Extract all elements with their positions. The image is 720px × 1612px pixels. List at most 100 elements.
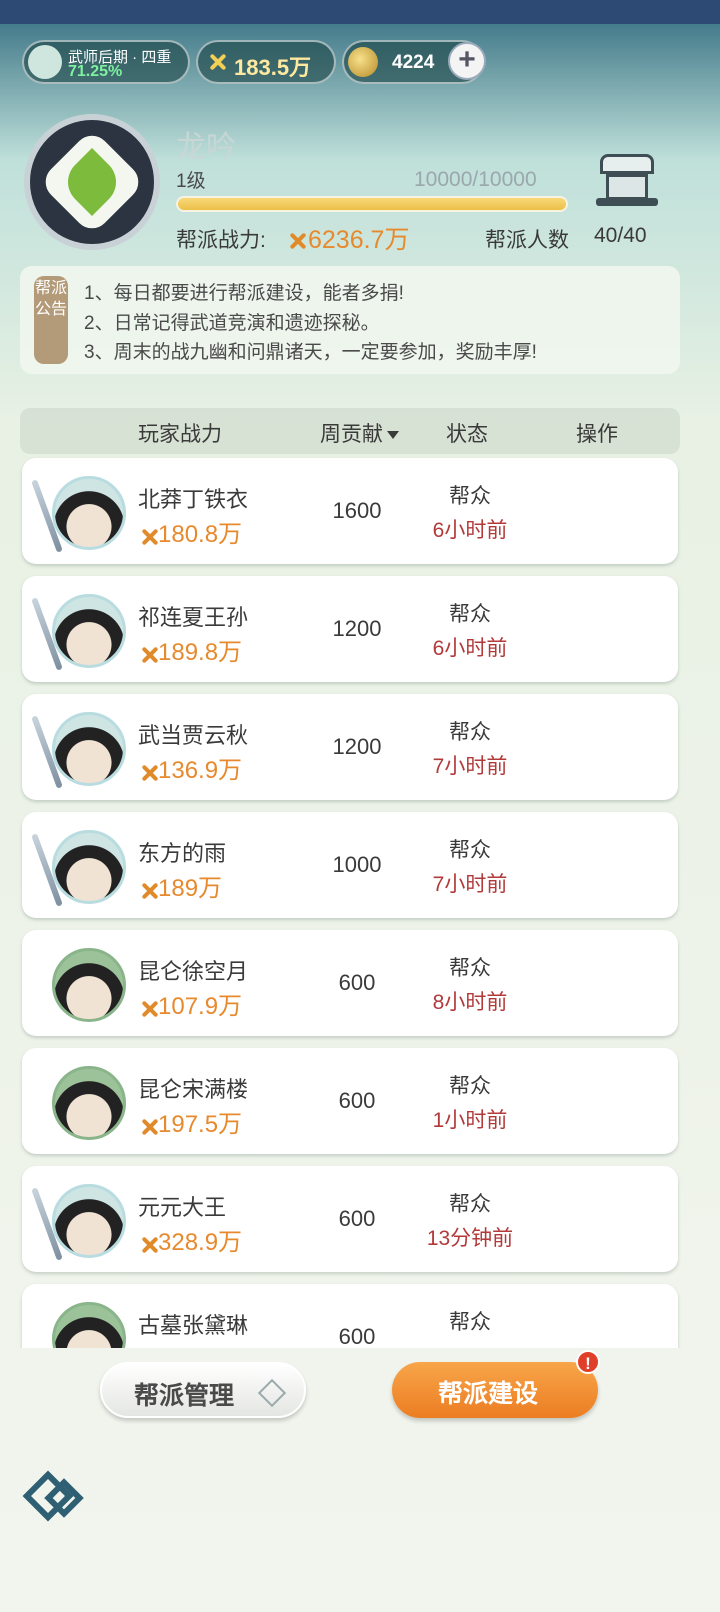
member-power: 180.8万 [138,514,242,549]
avatar[interactable] [52,1184,126,1258]
member-power: 189万 [138,868,222,903]
member-table-header: 玩家战力 周贡献 状态 操作 [20,408,680,454]
guild-manage-label: 帮派管理 [134,1382,235,1410]
member-row[interactable]: 元元大王 328.9万 600 帮众 13分钟前 [22,1166,678,1272]
member-contribution: 1000 [332,852,382,877]
guild-exp-text: 10000/10000 [414,168,537,191]
guild-hall-icon[interactable] [594,148,660,212]
member-row[interactable]: 东方的雨 189万 1000 帮众 7小时前 [22,812,678,918]
member-name: 北莽丁铁衣 [138,487,249,512]
member-role: 帮众 [449,603,491,626]
announcement-tag: 帮派公告 [34,276,68,364]
announcement-line: 3、周末的战九幽和问鼎诸天，一定要参加，奖励丰厚! [84,342,537,363]
power-icon [138,644,158,664]
member-row[interactable]: 古墓张黛琳 600 帮众 [22,1284,678,1348]
guild-name: 龙吟 [176,131,236,164]
avatar[interactable] [52,594,126,668]
member-row[interactable]: 祁连夏王孙 189.8万 1200 帮众 6小时前 [22,576,678,682]
member-name: 古墓张黛琳 [138,1313,249,1338]
status-bar [0,0,720,24]
member-row[interactable]: 昆仑宋满楼 197.5万 600 帮众 1小时前 [22,1048,678,1154]
power-icon [138,880,158,900]
avatar[interactable] [52,830,126,904]
power-icon [206,51,228,73]
power-value: 183.5万 [234,55,312,80]
rank-pill[interactable]: 武师后期 · 四重 71.25% [22,40,190,84]
power-icon [138,526,158,546]
member-last-online: 6小时前 [432,637,508,660]
avatar[interactable] [52,948,126,1022]
power-icon [138,762,158,782]
member-contribution: 1600 [332,498,382,523]
member-row[interactable]: 昆仑徐空月 107.9万 600 帮众 8小时前 [22,930,678,1036]
member-last-online: 1小时前 [432,1109,508,1132]
avatar[interactable] [52,1066,126,1140]
avatar[interactable] [52,476,126,550]
power-icon [138,998,158,1018]
member-name: 东方的雨 [138,841,227,866]
menu-icon[interactable] [22,1470,94,1530]
guild-announcement: 帮派公告 1、每日都要进行帮派建设，能者多捐! 2、日常记得武道竞演和遗迹探秘。… [20,266,680,374]
member-role: 帮众 [449,957,491,980]
member-contribution: 600 [338,1324,376,1348]
member-name: 祁连夏王孙 [138,605,249,630]
guild-power-label: 帮派战力: [176,229,266,252]
alert-badge: ! [576,1350,600,1374]
member-contribution: 1200 [332,734,382,759]
sort-down-icon [387,431,399,440]
member-contribution: 600 [338,970,376,995]
member-contribution: 600 [338,1206,376,1231]
rank-emblem-icon [28,45,62,79]
rank-percent: 71.25% [68,63,123,80]
member-power: 107.9万 [138,986,242,1021]
power-icon [286,230,308,252]
member-role: 帮众 [449,1075,491,1098]
guild-manage-button[interactable]: 帮派管理 [100,1362,306,1418]
avatar[interactable] [52,712,126,786]
guild-members-value: 40/40 [594,224,647,247]
member-role: 帮众 [449,485,491,508]
header-power: 玩家战力 [138,423,222,446]
member-name: 昆仑徐空月 [138,959,249,984]
member-row[interactable]: 武当贾云秋 136.9万 1200 帮众 7小时前 [22,694,678,800]
guild-exp-bar [176,196,568,212]
power-icon [138,1116,158,1136]
member-last-online: 13分钟前 [426,1227,514,1250]
header-contribution-sort[interactable]: 周贡献 [320,418,399,448]
member-name: 昆仑宋满楼 [138,1077,249,1102]
member-role: 帮众 [449,1311,491,1334]
member-power: 136.9万 [138,750,242,785]
member-last-online: 6小时前 [432,519,508,542]
member-last-online: 8小时前 [432,991,508,1014]
coin-icon [348,47,378,77]
avatar[interactable] [52,1302,126,1348]
header-status: 状态 [446,423,488,446]
member-power: 189.8万 [138,632,242,667]
guild-level: 1级 [176,171,206,192]
guild-members-label: 帮派人数 [485,229,569,252]
guild-exp-fill [178,198,566,210]
member-name: 元元大王 [138,1195,227,1220]
member-role: 帮众 [449,1193,491,1216]
member-power: 197.5万 [138,1104,242,1139]
guild-power-value: 6236.7万 [286,220,409,256]
add-coins-button[interactable]: + [448,42,486,80]
guild-emblem [24,114,160,250]
guild-build-label: 帮派建设 [438,1380,539,1408]
coin-value: 4224 [392,52,435,73]
member-contribution: 600 [338,1088,376,1113]
member-last-online: 7小时前 [432,755,508,778]
header-action: 操作 [576,423,618,446]
announcement-line: 1、每日都要进行帮派建设，能者多捐! [84,283,404,304]
member-contribution: 1200 [332,616,382,641]
member-name: 武当贾云秋 [138,723,249,748]
diamond-icon [257,1378,287,1408]
guild-build-button[interactable]: 帮派建设 [392,1362,598,1418]
member-power: 328.9万 [138,1222,242,1257]
power-icon [138,1234,158,1254]
announcement-line: 2、日常记得武道竞演和遗迹探秘。 [84,313,380,334]
member-row[interactable]: 北莽丁铁衣 180.8万 1600 帮众 6小时前 [22,458,678,564]
member-list[interactable]: 北莽丁铁衣 180.8万 1600 帮众 6小时前 祁连夏王孙 189.8万 1… [0,456,720,1348]
member-role: 帮众 [449,839,491,862]
member-last-online: 7小时前 [432,873,508,896]
